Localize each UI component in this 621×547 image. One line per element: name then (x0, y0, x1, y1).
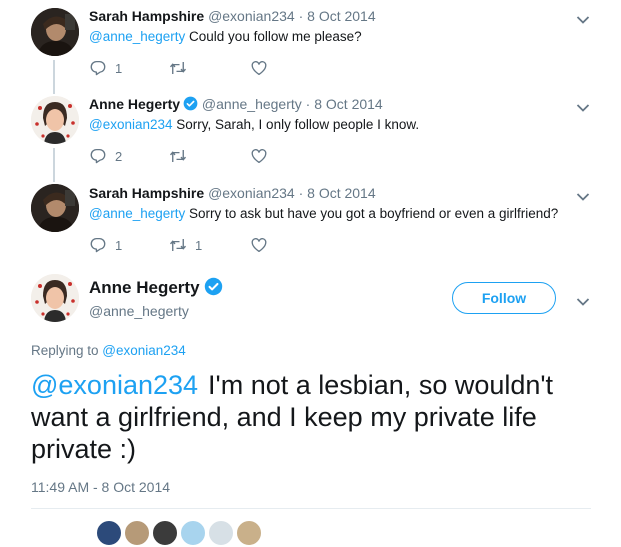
like-button[interactable] (250, 59, 276, 77)
separator: · (298, 185, 304, 201)
chevron-down-icon[interactable] (576, 12, 590, 24)
liker-avatar[interactable] (207, 519, 235, 547)
tweet-text: @exonian234 Sorry, Sarah, I only follow … (89, 117, 419, 132)
reply-icon (90, 60, 106, 76)
separator: · (305, 96, 311, 112)
tweet-date[interactable]: 8 Oct 2014 (307, 185, 376, 201)
tweet-header: Anne Hegerty @anne_hegerty · 8 Oct 2014 (89, 96, 383, 112)
tweet-text: @anne_hegerty Could you follow me please… (89, 29, 362, 44)
mention-link[interactable]: @exonian234 (31, 370, 198, 400)
tweet-date[interactable]: 8 Oct 2014 (314, 96, 383, 112)
avatar[interactable] (31, 8, 79, 56)
verified-badge-icon (204, 277, 223, 296)
avatar[interactable] (31, 96, 79, 144)
liker-avatar[interactable] (235, 519, 263, 547)
follow-button[interactable]: Follow (452, 282, 556, 314)
author-handle[interactable]: @exonian234 (208, 185, 295, 201)
retweet-button[interactable]: 1 (169, 236, 202, 254)
reply-button[interactable]: 1 (89, 59, 122, 77)
tweet-body: Sorry to ask but have you got a boyfrien… (185, 206, 559, 221)
replying-prefix: Replying to (31, 343, 103, 358)
tweet-text: @anne_hegerty Sorry to ask but have you … (89, 206, 558, 221)
author-handle[interactable]: @anne_hegerty (89, 303, 189, 319)
avatar[interactable] (31, 184, 79, 232)
liker-avatar[interactable] (151, 519, 179, 547)
reply-icon (90, 148, 106, 164)
author-handle[interactable]: @anne_hegerty (202, 96, 302, 112)
author-name[interactable]: Sarah Hampshire (89, 8, 204, 24)
divider (31, 508, 591, 509)
replying-to-link[interactable]: @exonian234 (102, 343, 186, 358)
liker-avatar[interactable] (179, 519, 207, 547)
author-name-text[interactable]: Anne Hegerty (89, 278, 200, 297)
retweet-button[interactable] (169, 59, 195, 77)
thread-line (53, 148, 55, 182)
chevron-down-icon[interactable] (576, 100, 590, 112)
mention-link[interactable]: @exonian234 (89, 117, 173, 132)
like-button[interactable] (250, 147, 276, 165)
chevron-down-icon[interactable] (576, 294, 590, 306)
author-handle[interactable]: @exonian234 (208, 8, 295, 24)
liker-avatar[interactable] (95, 519, 123, 547)
tweet-body: Sorry, Sarah, I only follow people I kno… (172, 117, 420, 132)
author-name[interactable]: Sarah Hampshire (89, 185, 204, 201)
retweet-icon (169, 150, 187, 162)
heart-icon (251, 149, 267, 164)
thread-line (53, 60, 55, 94)
reply-count: 2 (115, 148, 123, 164)
retweet-icon (169, 239, 187, 251)
tweet-header: Sarah Hampshire @exonian234 · 8 Oct 2014 (89, 8, 376, 24)
author-name[interactable]: Anne Hegerty (89, 96, 180, 112)
reply-count: 1 (115, 237, 123, 253)
liker-avatar[interactable] (123, 519, 151, 547)
author-name[interactable]: Anne Hegerty (89, 277, 223, 298)
verified-badge-icon (183, 96, 198, 111)
mention-link[interactable]: @anne_hegerty (89, 29, 185, 44)
retweet-icon (169, 62, 187, 74)
tweet-timestamp[interactable]: 11:49 AM - 8 Oct 2014 (31, 479, 170, 495)
reply-icon (90, 237, 106, 253)
reply-button[interactable]: 2 (89, 147, 122, 165)
retweet-count: 1 (195, 237, 203, 253)
mention-link[interactable]: @anne_hegerty (89, 206, 185, 221)
like-button[interactable] (250, 236, 276, 254)
retweet-button[interactable] (169, 147, 195, 165)
main-tweet-text: @exonian234 I'm not a lesbian, so wouldn'… (31, 369, 591, 465)
tweet-body: Could you follow me please? (185, 29, 362, 44)
separator: · (298, 8, 304, 24)
avatar[interactable] (31, 274, 79, 322)
reply-count: 1 (115, 60, 123, 76)
replying-to: Replying to @exonian234 (31, 343, 186, 358)
chevron-down-icon[interactable] (576, 189, 590, 201)
heart-icon (251, 238, 267, 253)
tweet-date[interactable]: 8 Oct 2014 (307, 8, 376, 24)
tweet-header: Sarah Hampshire @exonian234 · 8 Oct 2014 (89, 185, 376, 201)
heart-icon (251, 61, 267, 76)
reply-button[interactable]: 1 (89, 236, 122, 254)
